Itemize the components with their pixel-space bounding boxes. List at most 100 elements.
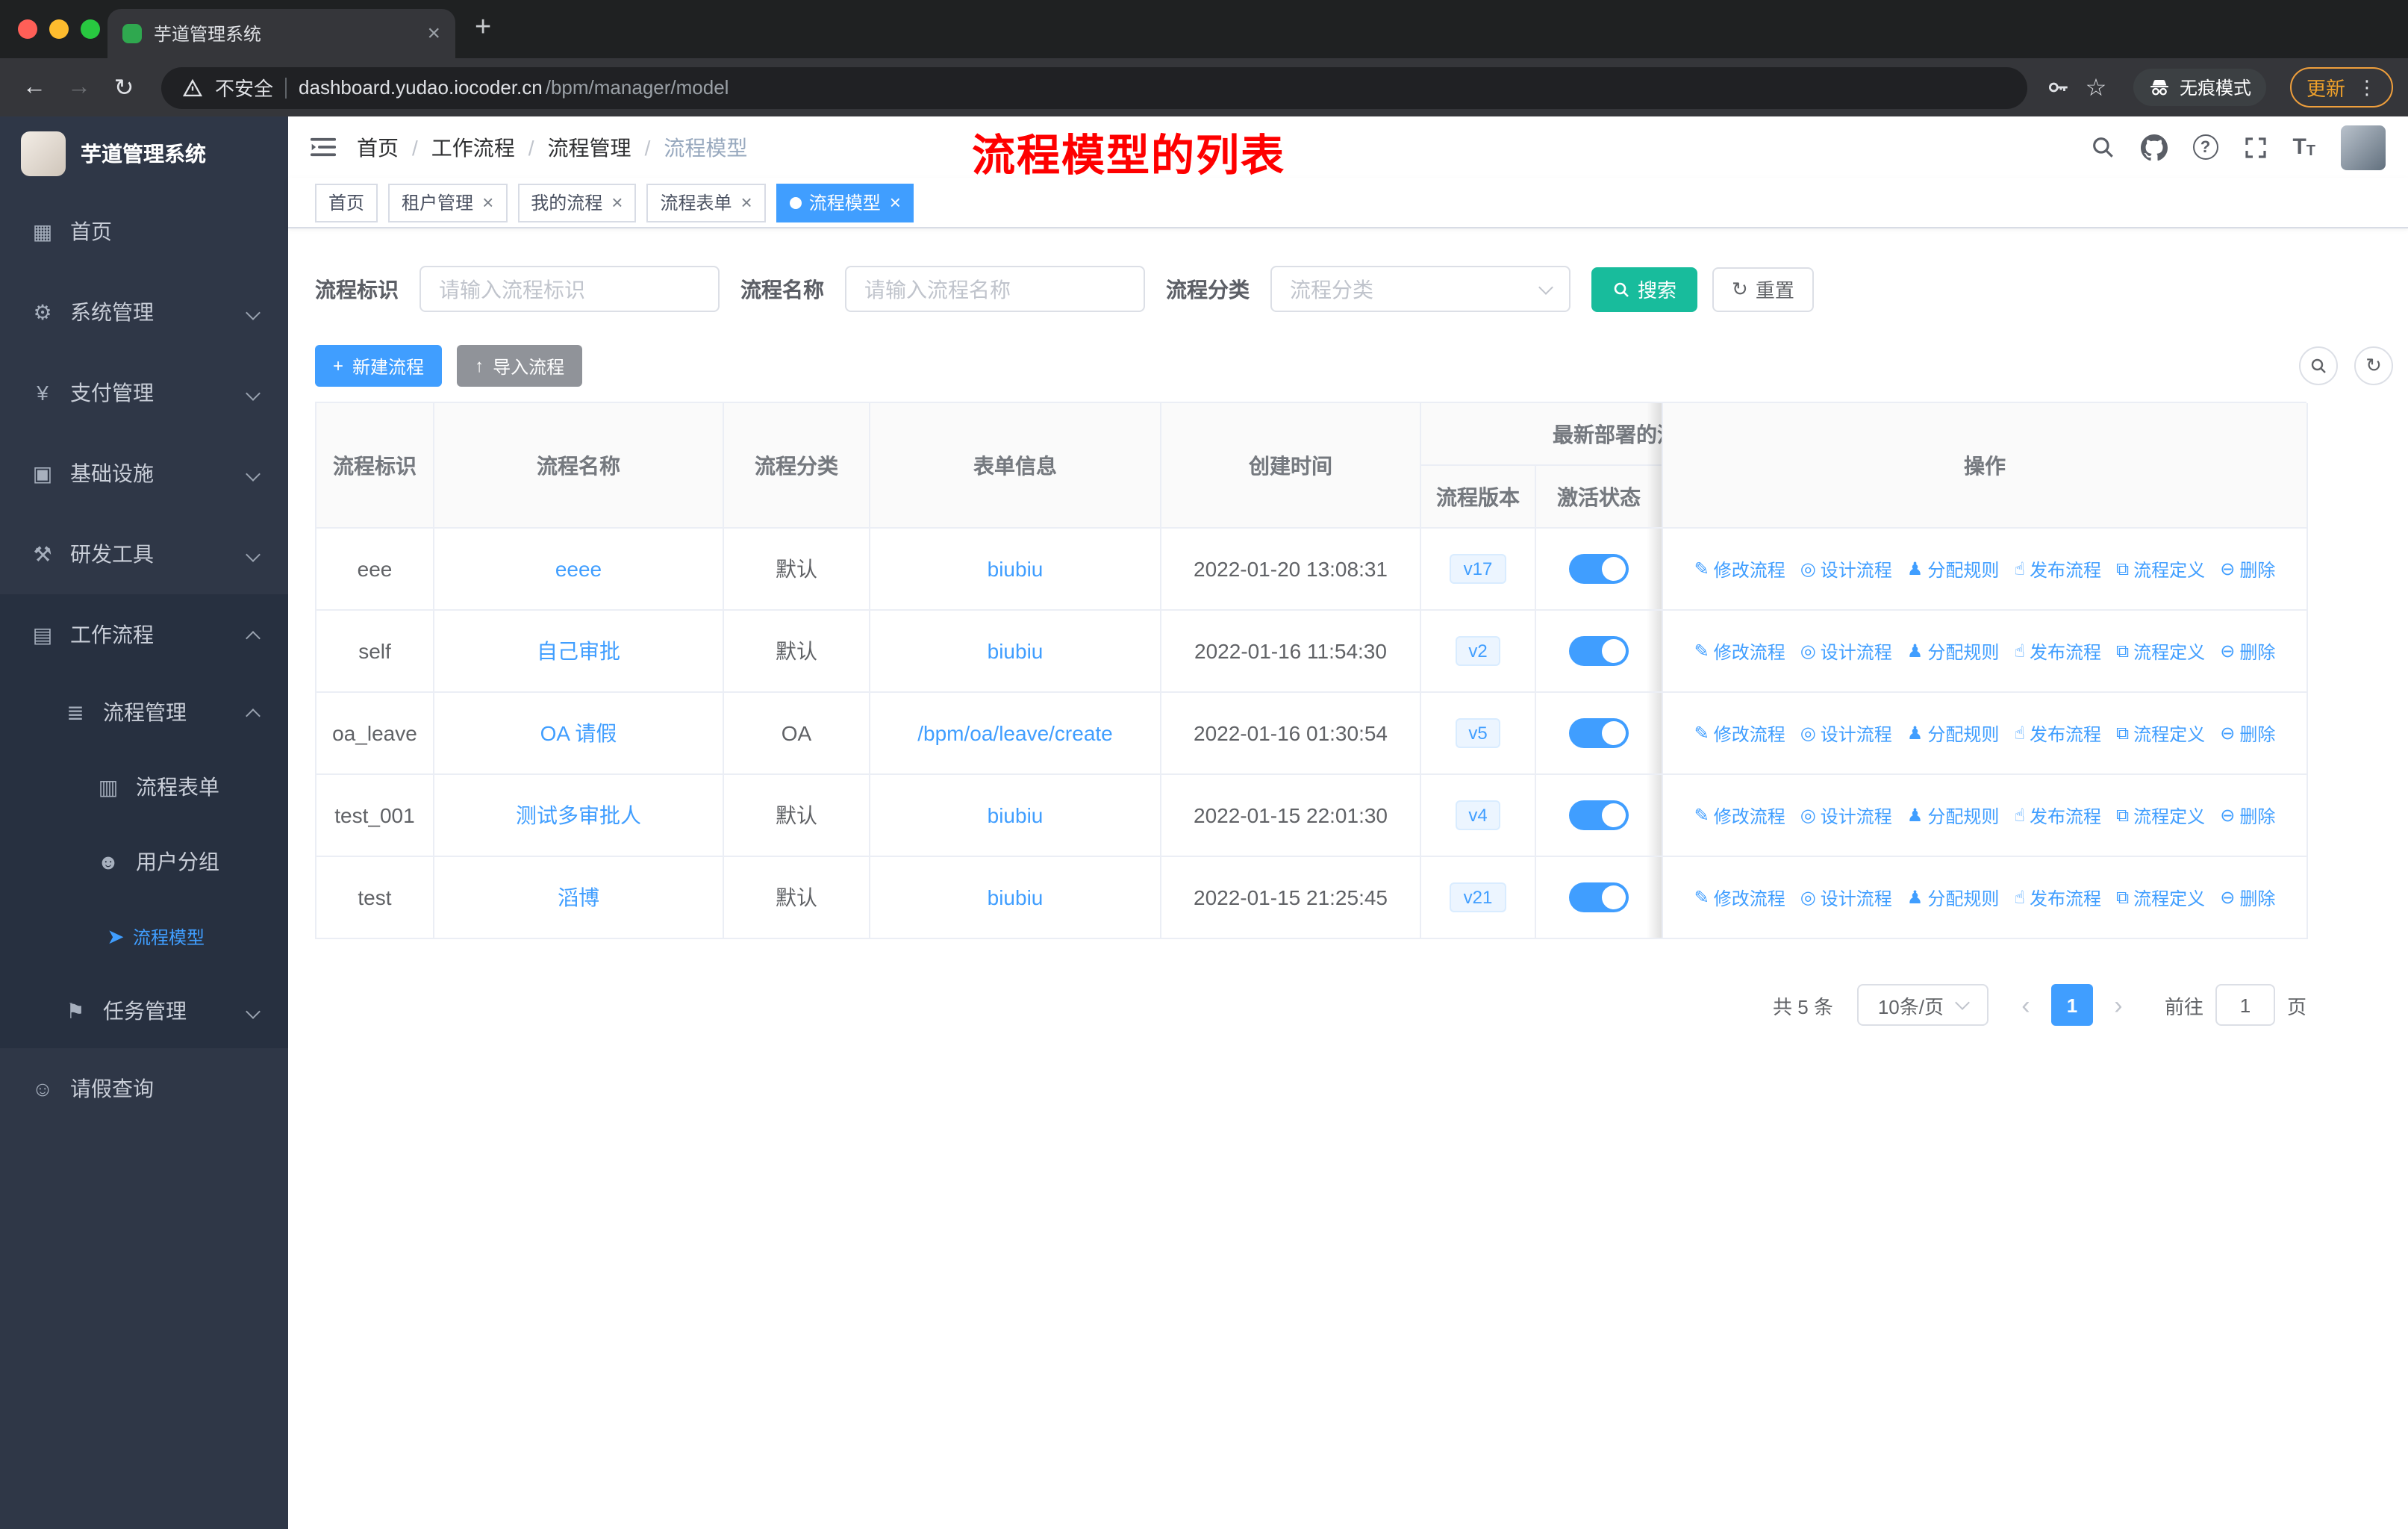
action-edit[interactable]: ✎ 修改流程 [1694,803,1785,828]
action-design[interactable]: ◎ 设计流程 [1800,638,1892,664]
tab-close-icon[interactable]: × [427,22,440,45]
category-select[interactable]: 流程分类 [1270,266,1570,312]
update-button[interactable]: 更新 ⋮ [2289,67,2393,108]
current-page-button[interactable]: 1 [2050,984,2093,1026]
goto-page-input[interactable] [2215,984,2275,1026]
forward-icon[interactable]: → [60,74,99,101]
search-icon[interactable] [2089,134,2115,160]
sidebar-item-task-mgmt[interactable]: ⚑ 任务管理 [0,974,288,1048]
search-button[interactable]: 搜索 [1591,267,1698,311]
cell-form-link[interactable]: biubiu [870,611,1161,693]
action-definition[interactable]: ⧉ 流程定义 [2116,803,2205,828]
cell-process-name-link[interactable]: OA 请假 [434,693,724,775]
action-edit[interactable]: ✎ 修改流程 [1694,885,1785,910]
prev-page-button[interactable]: ‹ [2009,992,2042,1018]
create-process-button[interactable]: + 新建流程 [315,345,443,387]
cell-form-link[interactable]: biubiu [870,775,1161,857]
cell-form-link[interactable]: biubiu [870,529,1161,611]
action-assign-rule[interactable]: ♟ 分配规则 [1907,720,2000,746]
hamburger-icon[interactable] [311,136,336,158]
action-design[interactable]: ◎ 设计流程 [1800,720,1892,746]
tab-my-process[interactable]: 我的流程 × [517,183,637,222]
sidebar-item-dev-tools[interactable]: ⚒ 研发工具 [0,514,288,594]
bookmark-star-icon[interactable]: ☆ [2077,72,2115,102]
action-delete[interactable]: ⊖ 删除 [2220,885,2275,910]
action-publish[interactable]: ☝ 发布流程 [2014,638,2101,664]
active-toggle[interactable] [1569,718,1629,748]
sidebar-item-payment[interactable]: ¥ 支付管理 [0,352,288,433]
browser-tab[interactable]: 芋道管理系统 × [107,9,455,58]
action-delete[interactable]: ⊖ 删除 [2220,638,2275,664]
user-avatar[interactable] [2341,125,2386,169]
window-close-button[interactable] [18,19,37,39]
active-toggle[interactable] [1569,882,1629,912]
breadcrumb-item-process-mgmt[interactable]: 流程管理 [548,132,631,162]
action-publish[interactable]: ☝ 发布流程 [2014,885,2101,910]
action-design[interactable]: ◎ 设计流程 [1800,556,1892,582]
tab-close-icon[interactable]: × [741,193,752,212]
action-publish[interactable]: ☝ 发布流程 [2014,556,2101,582]
password-key-icon[interactable] [2045,75,2071,100]
action-edit[interactable]: ✎ 修改流程 [1694,556,1785,582]
action-delete[interactable]: ⊖ 删除 [2220,556,2275,582]
sidebar-item-process-mgmt[interactable]: ≣ 流程管理 [0,675,288,750]
tab-tenant-mgmt[interactable]: 租户管理 × [388,183,508,222]
action-definition[interactable]: ⧉ 流程定义 [2116,638,2205,664]
window-minimize-button[interactable] [49,19,69,39]
new-tab-button[interactable]: + [475,12,491,45]
sidebar-item-process-form[interactable]: ▥ 流程表单 [0,750,288,824]
sidebar-item-infrastructure[interactable]: ▣ 基础设施 [0,433,288,514]
active-toggle[interactable] [1569,800,1629,830]
action-assign-rule[interactable]: ♟ 分配规则 [1907,638,2000,664]
address-bar[interactable]: 不安全 dashboard.yudao.iocoder.cn/bpm/manag… [161,66,2027,108]
tab-process-model[interactable]: 流程模型 × [776,183,914,222]
reload-icon[interactable]: ↻ [105,72,143,102]
breadcrumb-item-workflow[interactable]: 工作流程 [431,132,515,162]
tab-close-icon[interactable]: × [482,193,493,212]
github-icon[interactable] [2140,134,2168,161]
process-name-input[interactable] [845,266,1145,312]
cell-process-name-link[interactable]: eeee [434,529,724,611]
sidebar-item-user-group[interactable]: ☻ 用户分组 [0,824,288,899]
tab-close-icon[interactable]: × [890,193,901,212]
action-design[interactable]: ◎ 设计流程 [1800,803,1892,828]
cell-process-name-link[interactable]: 测试多审批人 [434,775,724,857]
cell-process-name-link[interactable]: 滔博 [434,857,724,939]
action-edit[interactable]: ✎ 修改流程 [1694,720,1785,746]
cell-form-link[interactable]: biubiu [870,857,1161,939]
font-size-icon[interactable]: TT [2292,134,2315,160]
sidebar-item-process-model[interactable]: ➤ 流程模型 [7,899,228,974]
process-id-input[interactable] [419,266,720,312]
action-assign-rule[interactable]: ♟ 分配规则 [1907,556,2000,582]
breadcrumb-item-home[interactable]: 首页 [357,132,399,162]
action-edit[interactable]: ✎ 修改流程 [1694,638,1785,664]
action-delete[interactable]: ⊖ 删除 [2220,720,2275,746]
action-publish[interactable]: ☝ 发布流程 [2014,803,2101,828]
sidebar-item-home[interactable]: ▦ 首页 [0,191,288,272]
import-process-button[interactable]: ↑ 导入流程 [457,345,583,387]
window-zoom-button[interactable] [81,19,100,39]
tab-process-form[interactable]: 流程表单 × [646,183,766,222]
sidebar-item-leave-query[interactable]: ☺ 请假查询 [0,1048,288,1129]
back-icon[interactable]: ← [15,74,54,101]
sidebar-item-system[interactable]: ⚙ 系统管理 [0,272,288,352]
action-publish[interactable]: ☝ 发布流程 [2014,720,2101,746]
action-definition[interactable]: ⧉ 流程定义 [2116,885,2205,910]
refresh-button[interactable]: ↻ [2354,346,2393,385]
next-page-button[interactable]: › [2102,992,2135,1018]
tab-home[interactable]: 首页 [315,183,378,222]
cell-process-name-link[interactable]: 自己审批 [434,611,724,693]
action-definition[interactable]: ⧉ 流程定义 [2116,556,2205,582]
action-assign-rule[interactable]: ♟ 分配规则 [1907,803,2000,828]
reset-button[interactable]: ↻ 重置 [1712,267,1814,311]
sidebar-item-workflow[interactable]: ▤ 工作流程 [0,594,288,675]
cell-form-link[interactable]: /bpm/oa/leave/create [870,693,1161,775]
active-toggle[interactable] [1569,554,1629,584]
tab-close-icon[interactable]: × [611,193,623,212]
action-delete[interactable]: ⊖ 删除 [2220,803,2275,828]
page-size-select[interactable]: 10条/页 [1856,984,1989,1026]
help-icon[interactable]: ? [2192,134,2218,160]
kebab-menu-icon[interactable]: ⋮ [2357,75,2377,99]
search-toggle-button[interactable] [2299,346,2338,385]
fullscreen-icon[interactable] [2243,135,2267,159]
